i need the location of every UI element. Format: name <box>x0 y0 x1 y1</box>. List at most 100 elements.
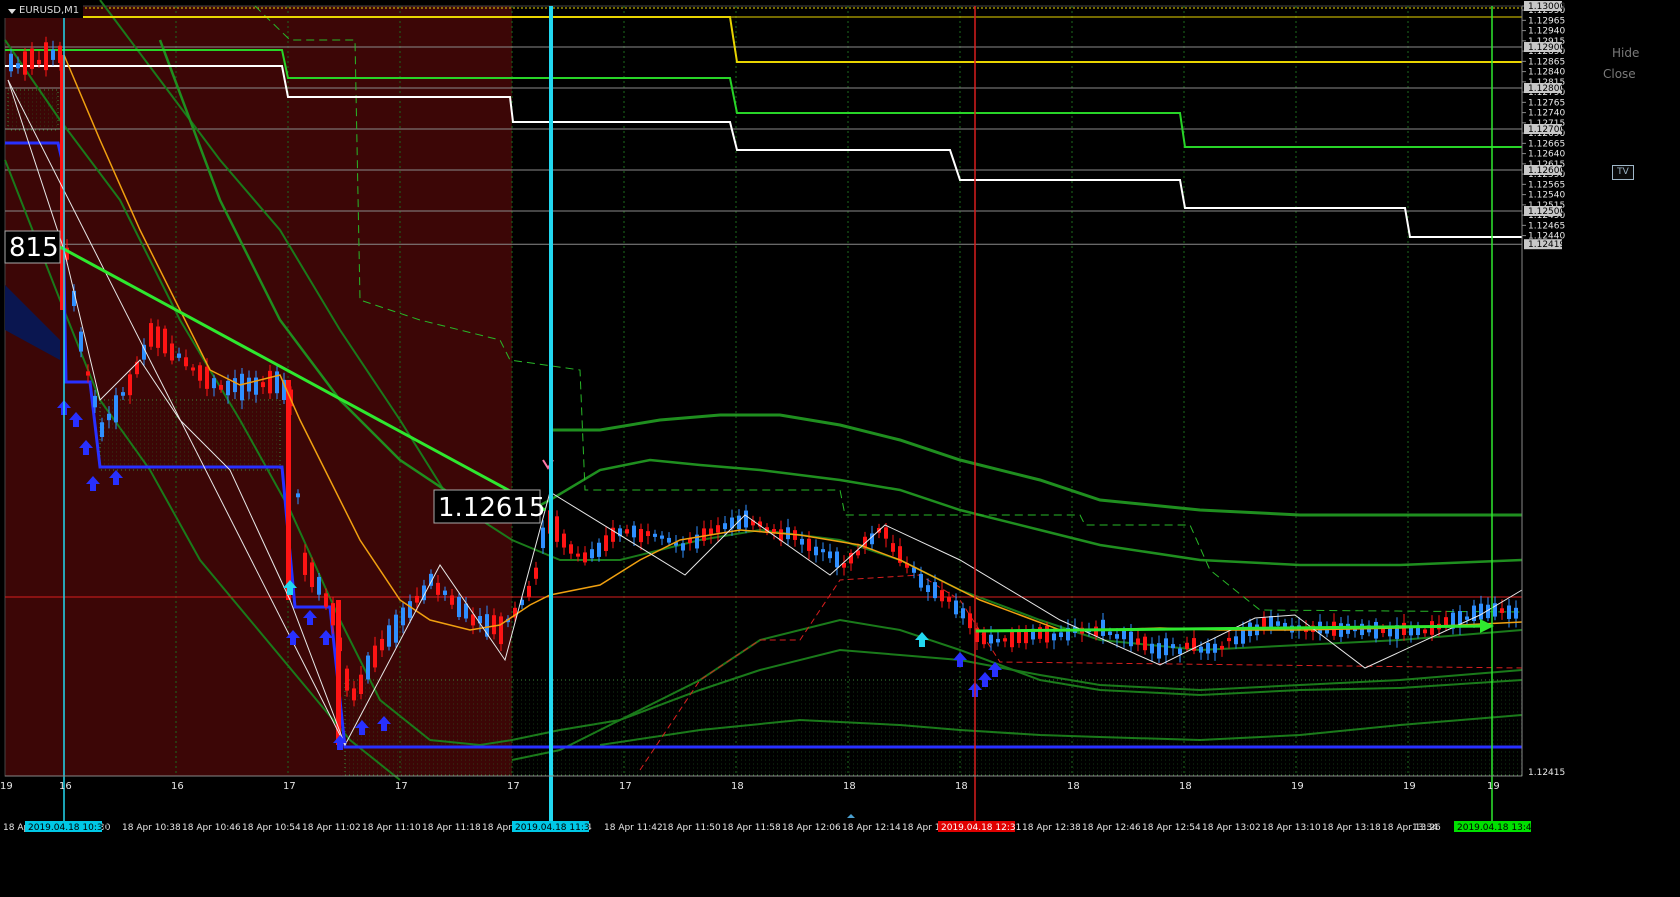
candle-body <box>1108 631 1112 636</box>
candle-body <box>702 528 706 541</box>
window-menu-icon[interactable] <box>8 8 16 14</box>
time-label: 18 Apr 13:18 <box>1322 823 1381 833</box>
candle-body <box>387 625 391 647</box>
candle-body <box>604 535 608 551</box>
price-chart[interactable]: 1.130001.129901.129651.129401.129151.128… <box>0 0 1680 897</box>
price-label: 1.12940 <box>1528 27 1565 37</box>
candle-body <box>1178 648 1182 655</box>
grid-number-label: 16 <box>171 781 184 792</box>
tv-badge[interactable]: TV <box>1612 165 1634 180</box>
candle-body <box>590 549 594 559</box>
candle-body <box>681 543 685 551</box>
grid-number-label: 18 <box>955 781 968 792</box>
candle-body <box>1010 630 1014 648</box>
grid-number-label: 16 <box>59 781 72 792</box>
candle-body <box>723 523 727 530</box>
close-button[interactable]: Close <box>1603 67 1636 81</box>
candle-body <box>1115 634 1119 639</box>
hide-button[interactable]: Hide <box>1612 46 1639 60</box>
candle-body <box>541 527 545 549</box>
candle-body <box>30 48 34 69</box>
price-label: 1.12965 <box>1528 16 1565 26</box>
boxed-price-label: 1.12700 <box>1528 125 1565 135</box>
candle-body <box>345 668 349 691</box>
candle-body <box>1003 638 1007 642</box>
time-label-partial: 13:34 <box>1412 823 1438 833</box>
candle-body <box>198 365 202 381</box>
candle-body <box>884 527 888 539</box>
candle-body <box>1052 633 1056 641</box>
candle-body <box>555 516 559 542</box>
time-highlight-label: 2019.04.18 10:30 <box>28 823 109 833</box>
time-label: 18 Apr 11:10 <box>362 823 421 833</box>
candle-body <box>996 638 1000 643</box>
candle-body <box>415 595 419 603</box>
price-callout-text: 1.12615 <box>438 493 546 523</box>
candle-body <box>1157 643 1161 659</box>
candle-body <box>919 573 923 588</box>
candle-body <box>93 395 97 408</box>
candle-body <box>1374 621 1378 639</box>
time-label: 18 Apr 11:58 <box>722 823 781 833</box>
candle-body <box>1402 622 1406 635</box>
candle-body <box>1164 638 1168 656</box>
candle-body <box>800 538 804 545</box>
candle-body <box>268 370 272 394</box>
boxed-price-label: 1.12419 <box>1528 240 1565 250</box>
candle-body <box>821 549 825 553</box>
candle-body <box>233 378 237 393</box>
candle-body <box>1227 637 1231 642</box>
candle-body <box>1094 626 1098 637</box>
candle-body <box>352 688 356 701</box>
candle-body <box>212 378 216 389</box>
time-highlight-label: 2019.04.18 13:41 <box>1457 823 1537 833</box>
boxed-price-label: 1.12800 <box>1528 84 1565 94</box>
candle-body <box>828 551 832 559</box>
candle-body <box>646 531 650 537</box>
candle-body <box>310 562 314 588</box>
time-label: 18 Apr 13:02 <box>1202 823 1261 833</box>
candle-body <box>286 380 291 600</box>
candle-body <box>128 374 132 396</box>
candle-body <box>1150 643 1154 654</box>
candle-body <box>569 544 573 554</box>
candle-body <box>954 600 958 615</box>
candle-body <box>408 601 412 618</box>
candle-body <box>499 616 503 645</box>
time-label: 18 Apr 13:10 <box>1262 823 1321 833</box>
candle-body <box>443 590 447 595</box>
candle-body <box>562 533 566 548</box>
candle-body <box>1262 617 1266 627</box>
candle-body <box>240 373 244 401</box>
candle-body <box>205 366 209 389</box>
candle-body <box>16 63 20 69</box>
candle-body <box>534 567 538 579</box>
price-label: 1.12665 <box>1528 139 1565 149</box>
grid-number-label: 18 <box>1067 781 1080 792</box>
candle-body <box>324 593 328 607</box>
candle-body <box>79 331 83 352</box>
price-label: 1.12565 <box>1528 180 1565 190</box>
candle-body <box>891 543 895 552</box>
candle-body <box>121 392 125 396</box>
time-label-partial: 18 Apr <box>482 823 512 833</box>
candle-body <box>44 42 48 71</box>
candle-body <box>1423 629 1427 634</box>
candle-body <box>1059 632 1063 638</box>
price-label: 1.12740 <box>1528 109 1565 119</box>
candle-body <box>359 674 363 694</box>
chart-window-title[interactable]: EURUSD,M1 <box>4 4 84 18</box>
candle-body <box>1234 636 1238 645</box>
candle-body <box>1017 631 1021 644</box>
asian-session-zone <box>5 6 512 776</box>
candle-body <box>597 542 601 557</box>
candle-body <box>926 585 930 593</box>
candle-body <box>170 343 174 361</box>
candle-body <box>982 632 986 645</box>
grid-number-label: 17 <box>619 781 632 792</box>
time-label: 18 Apr 11:42 <box>604 823 663 833</box>
grid-number-label: 19 <box>1487 781 1500 792</box>
candle-body <box>1213 643 1217 653</box>
candle-body <box>1143 636 1147 651</box>
candle-body <box>961 608 965 619</box>
